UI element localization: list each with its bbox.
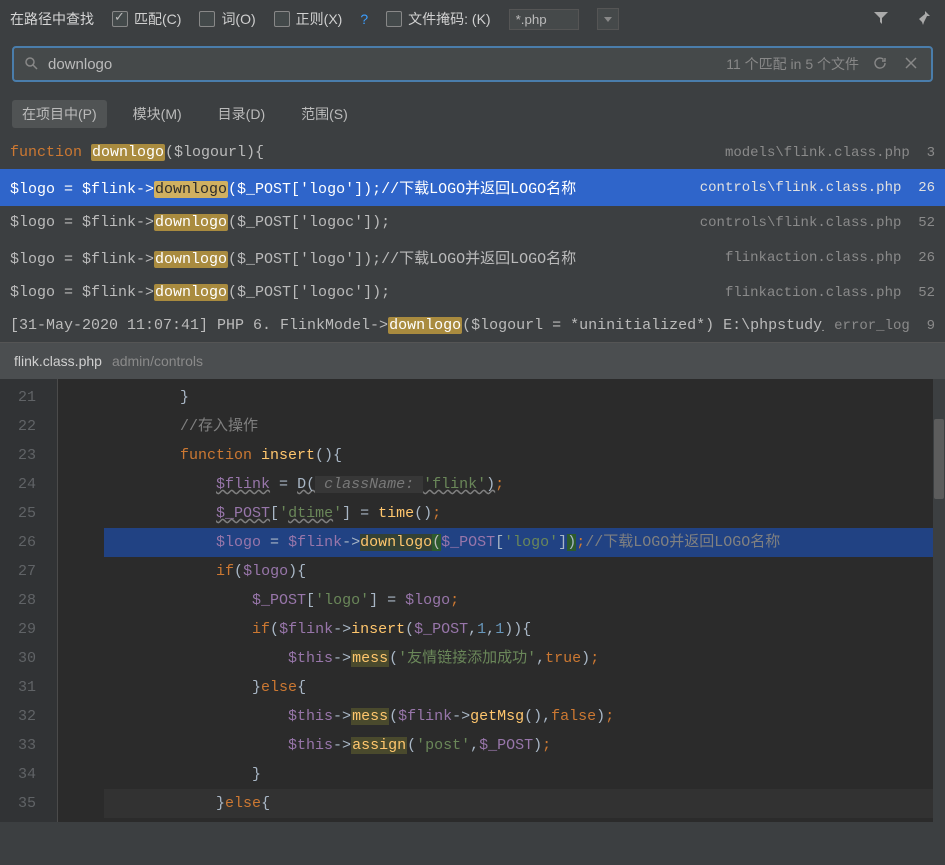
result-row[interactable]: $logo = $flink->downlogo($_POST['logo'])… xyxy=(0,169,945,206)
file-mask-label: 文件掩码: (K) xyxy=(408,9,490,29)
results-list: function downlogo($logourl){ models\flin… xyxy=(0,136,945,342)
file-mask-checkbox[interactable]: 文件掩码: (K) xyxy=(386,9,490,29)
checkbox-icon xyxy=(199,11,215,27)
whole-word-label: 词(O) xyxy=(221,9,255,29)
result-row[interactable]: $logo = $flink->downlogo($_POST['logoc']… xyxy=(0,276,945,309)
file-mask-dropdown[interactable] xyxy=(597,8,619,30)
tab-project[interactable]: 在项目中(P) xyxy=(12,100,107,128)
regex-help-icon[interactable]: ? xyxy=(360,11,368,27)
match-case-checkbox[interactable]: 匹配(C) xyxy=(112,9,181,29)
code-area[interactable]: } //存入操作 function insert(){ $flink = D( … xyxy=(104,379,945,822)
search-input-wrapper[interactable]: downlogo 11 个匹配 in 5 个文件 xyxy=(12,46,933,82)
tab-module[interactable]: 模块(M) xyxy=(123,100,192,128)
checkbox-icon xyxy=(274,11,290,27)
chevron-down-icon xyxy=(604,17,612,22)
result-row[interactable]: [31-May-2020 11:07:41] PHP 6. FlinkModel… xyxy=(0,309,945,342)
search-icon xyxy=(24,56,38,73)
result-row[interactable]: $logo = $flink->downlogo($_POST['logoc']… xyxy=(0,206,945,239)
match-case-label: 匹配(C) xyxy=(134,9,181,29)
match-count-label: 11 个匹配 in 5 个文件 xyxy=(726,54,859,74)
pin-icon[interactable] xyxy=(911,10,935,29)
tab-directory[interactable]: 目录(D) xyxy=(208,100,275,128)
dialog-title: 在路径中查找 xyxy=(10,9,94,29)
line-gutter: 21222324 25262728 29303132 333435 xyxy=(0,379,44,822)
regex-checkbox[interactable]: 正则(X) xyxy=(274,9,343,29)
scope-tabs: 在项目中(P) 模块(M) 目录(D) 范围(S) xyxy=(0,90,945,136)
search-row: downlogo 11 个匹配 in 5 个文件 xyxy=(0,38,945,90)
vertical-scrollbar[interactable] xyxy=(933,379,945,822)
regex-label: 正则(X) xyxy=(296,9,343,29)
preview-file-header: flink.class.php admin/controls xyxy=(0,342,945,379)
refresh-icon[interactable] xyxy=(869,56,891,73)
indent-strip xyxy=(58,379,104,822)
preview-file-path: admin/controls xyxy=(112,353,203,369)
whole-word-checkbox[interactable]: 词(O) xyxy=(199,9,255,29)
result-row[interactable]: function downlogo($logourl){ models\flin… xyxy=(0,136,945,169)
result-row[interactable]: $logo = $flink->downlogo($_POST['logo'])… xyxy=(0,239,945,276)
preview-file-name: flink.class.php xyxy=(14,353,102,369)
tab-scope[interactable]: 范围(S) xyxy=(291,100,358,128)
find-in-path-toolbar: 在路径中查找 匹配(C) 词(O) 正则(X) ? 文件掩码: (K) xyxy=(0,0,945,38)
close-icon[interactable] xyxy=(901,56,921,72)
scrollbar-thumb[interactable] xyxy=(934,419,944,499)
checkbox-icon xyxy=(112,11,128,27)
code-editor[interactable]: 21222324 25262728 29303132 333435 } //存入… xyxy=(0,379,945,822)
checkbox-icon xyxy=(386,11,402,27)
file-mask-input[interactable] xyxy=(509,9,579,30)
filter-icon[interactable] xyxy=(869,10,893,29)
fold-strip xyxy=(44,379,58,822)
search-query: downlogo xyxy=(48,56,716,73)
